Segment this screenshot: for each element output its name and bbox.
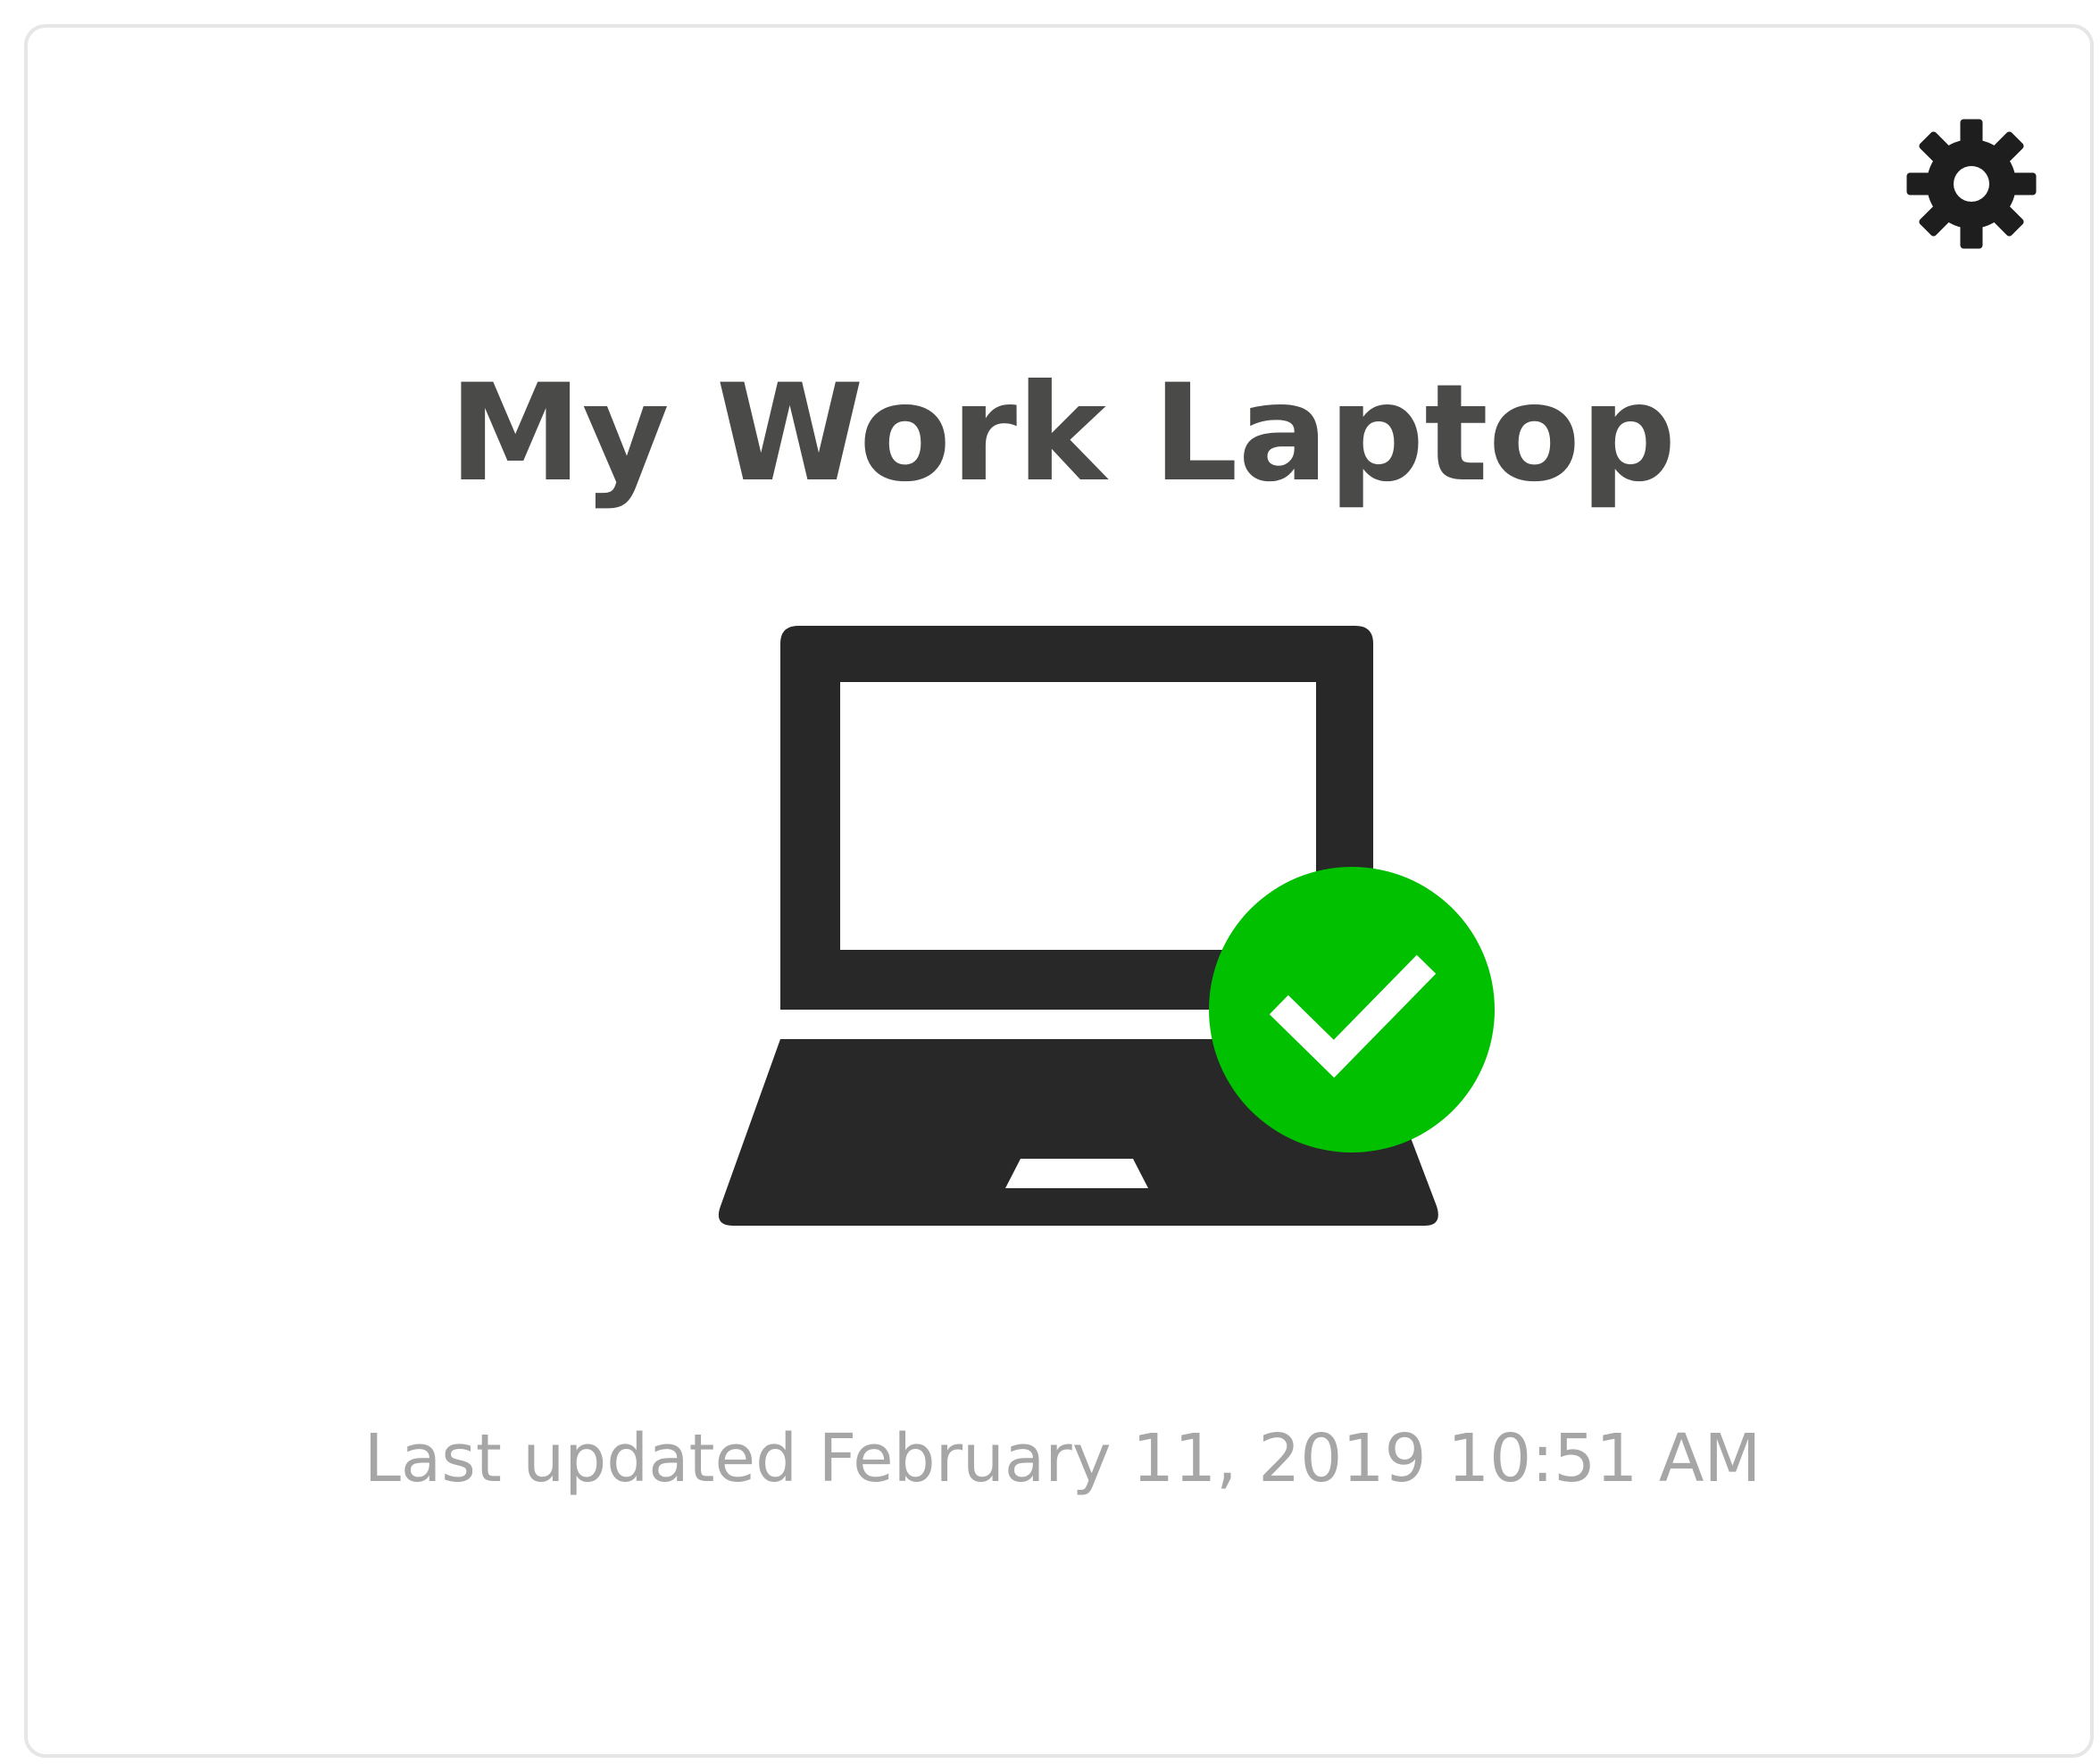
last-updated-text: Last updated February 11, 2019 10:51 AM <box>363 1420 1762 1497</box>
check-icon <box>1209 867 1495 1152</box>
gear-icon <box>1906 119 2037 249</box>
settings-button[interactable] <box>1904 117 2038 251</box>
device-card: My Work Laptop Last updated February 11,… <box>24 24 2094 1758</box>
device-illustration <box>706 617 1510 1242</box>
device-name: My Work Laptop <box>448 356 1677 512</box>
